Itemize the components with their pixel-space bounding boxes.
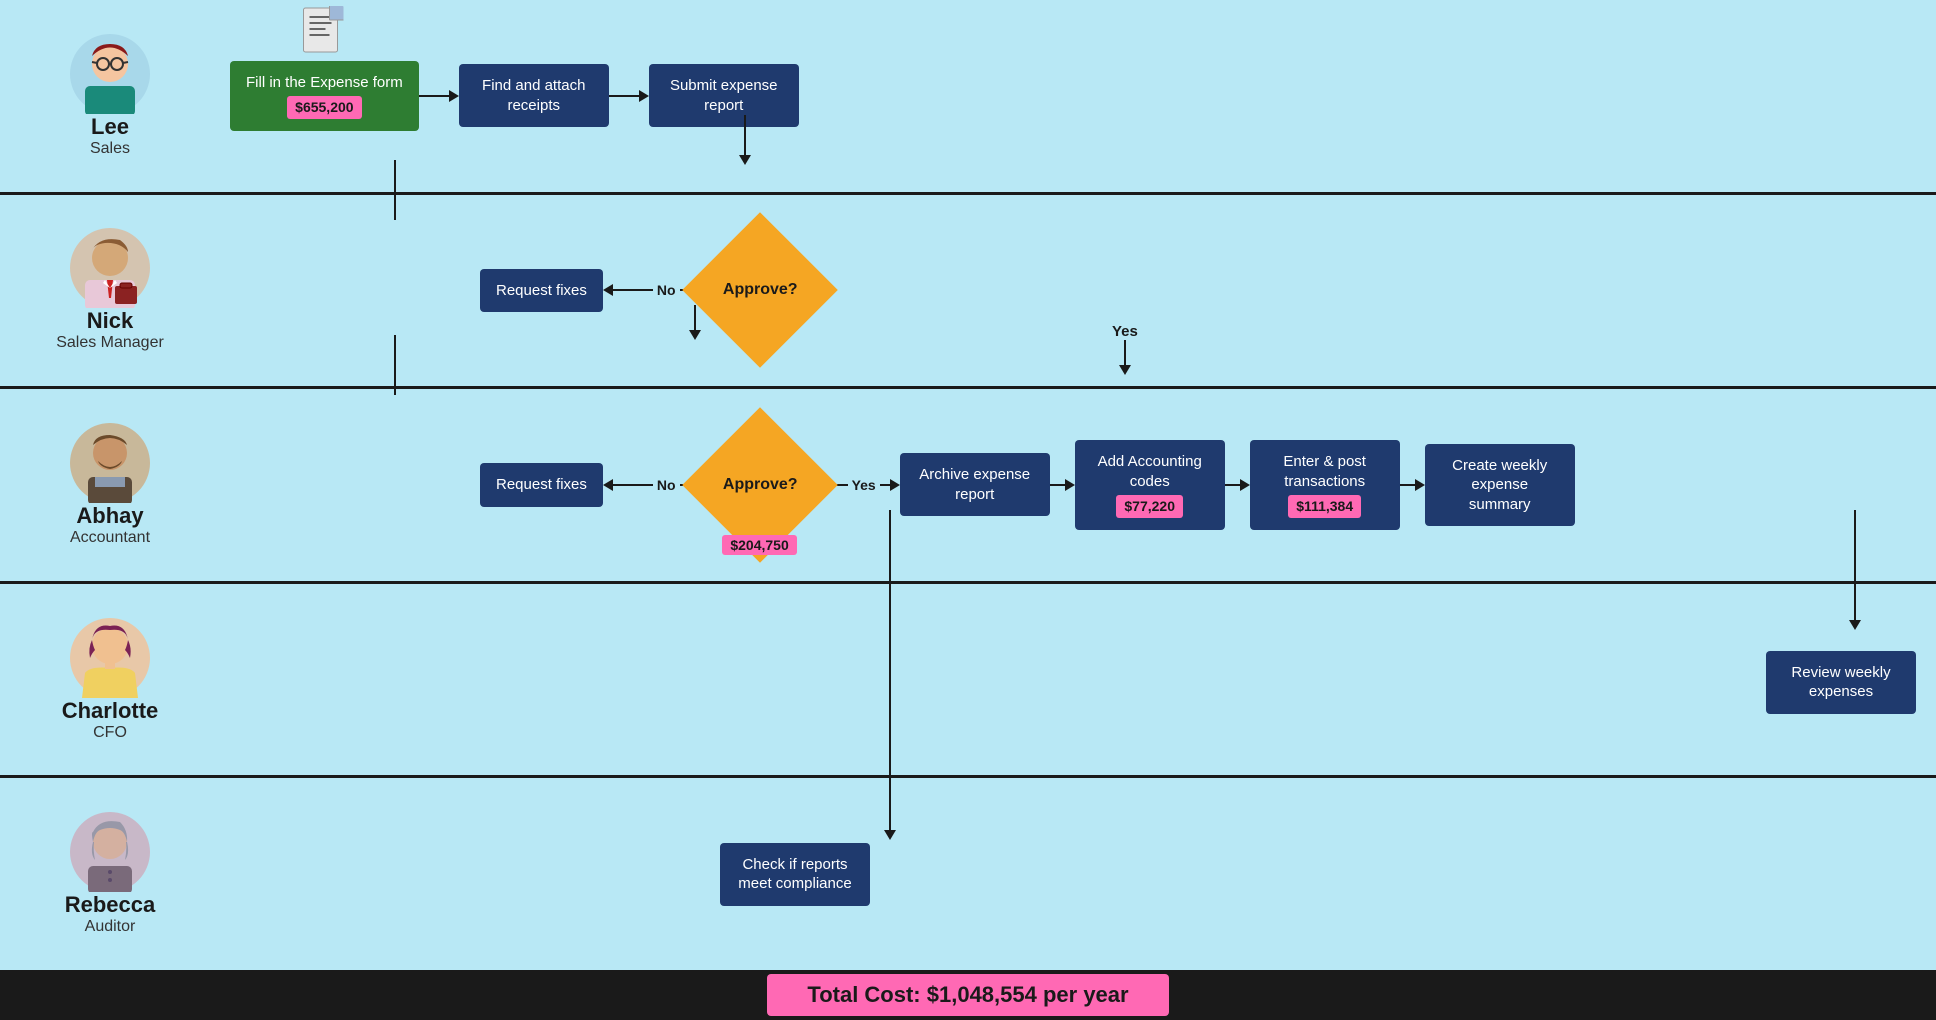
transactions-cost: $111,384 [1288, 495, 1361, 517]
fill-expense-form-box: Fill in the Expense form $655,200 [230, 61, 419, 131]
arrow-3 [1050, 479, 1075, 491]
lee-name: Lee [91, 114, 129, 140]
total-cost-bar: Total Cost: $1,048,554 per year [0, 970, 1936, 1020]
actor-rebecca: Rebecca Auditor [0, 802, 220, 946]
arrow-2 [609, 90, 649, 102]
nick-flow: Request fixes No Approve? Yes [220, 205, 1936, 377]
enter-post-transactions-box: Enter & post transactions $111,384 [1250, 440, 1400, 529]
nick-name: Nick [87, 308, 133, 334]
review-weekly-expenses-box: Review weekly expenses [1766, 651, 1916, 714]
find-attach-receipts-box: Find and attach receipts [459, 64, 609, 127]
avatar-abhay [70, 423, 150, 503]
swim-lane-nick: Nick Sales Manager Request fixes No [0, 195, 1936, 390]
abhay-flow: Request fixes No Approve? $204,750 [220, 399, 1936, 571]
total-cost-badge: Total Cost: $1,048,554 per year [767, 974, 1168, 1016]
submit-expense-report-box: Submit expense report [649, 64, 799, 127]
rebecca-flow: Check if reports meet compliance [220, 833, 1936, 916]
charlotte-name: Charlotte [62, 698, 159, 724]
swim-lane-lee: Lee Sales [0, 0, 1936, 195]
nick-approve-diamond: Approve? [682, 213, 838, 369]
nick-request-fixes-box: Request fixes [480, 269, 603, 313]
arrow-1 [419, 90, 459, 102]
rebecca-role: Auditor [85, 918, 136, 936]
archive-expense-report-box: Archive expense report [900, 453, 1050, 516]
abhay-name: Abhay [76, 503, 143, 529]
charlotte-flow: Review weekly expenses [220, 636, 1936, 724]
create-weekly-expense-summary-box: Create weekly expense summary [1425, 444, 1575, 527]
actor-nick: Nick Sales Manager [0, 218, 220, 362]
lee-role: Sales [90, 140, 130, 158]
abhay-yes-arrow: Yes [828, 477, 900, 493]
accounting-cost: $77,220 [1116, 495, 1183, 517]
abhay-request-fixes-box: Request fixes [480, 463, 603, 507]
avatar-rebecca [70, 812, 150, 892]
rebecca-name: Rebecca [65, 892, 156, 918]
actor-lee: Lee Sales [0, 24, 220, 168]
swim-lane-rebecca: Rebecca Auditor Check if reports meet co… [0, 778, 1936, 970]
avatar-lee [70, 34, 150, 114]
check-compliance-box: Check if reports meet compliance [720, 843, 870, 906]
arrow-4 [1225, 479, 1250, 491]
diagram-container: Lee Sales [0, 0, 1936, 970]
abhay-decision-cost: $204,750 [722, 535, 796, 555]
abhay-role: Accountant [70, 529, 150, 547]
swim-lane-abhay: Abhay Accountant Request fixes No [0, 389, 1936, 584]
nick-role: Sales Manager [56, 334, 164, 352]
charlotte-role: CFO [93, 724, 127, 742]
add-accounting-codes-box: Add Accounting codes $77,220 [1075, 440, 1225, 529]
arrow-5 [1400, 479, 1425, 491]
avatar-nick [70, 228, 150, 308]
actor-abhay: Abhay Accountant [0, 413, 220, 557]
avatar-charlotte [70, 618, 150, 698]
lee-cost-badge: $655,200 [287, 96, 361, 118]
actor-charlotte: Charlotte CFO [0, 608, 220, 752]
document-icon [302, 6, 347, 61]
lee-flow: Fill in the Expense form $655,200 Find a… [220, 51, 1936, 141]
swim-lane-charlotte: Charlotte CFO Review weekly expenses [0, 584, 1936, 779]
